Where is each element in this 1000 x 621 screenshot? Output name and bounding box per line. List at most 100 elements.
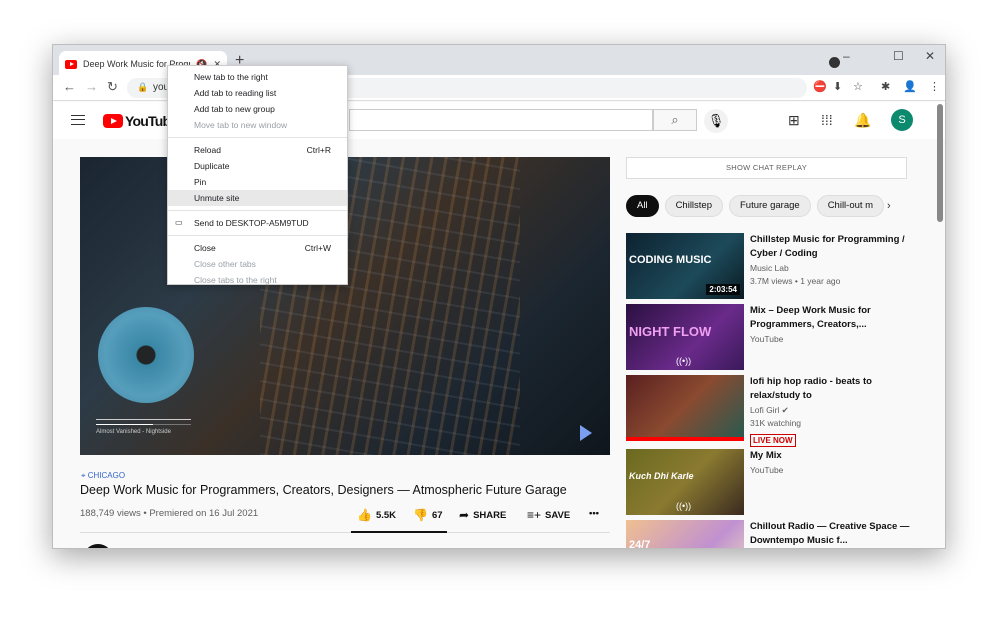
menu-item-label: Add tab to reading list: [194, 88, 277, 98]
menu-separator: [168, 235, 347, 236]
menu-item-label: Close other tabs: [194, 259, 256, 269]
chip-chill-out[interactable]: Chill-out m: [816, 195, 885, 217]
like-button[interactable]: 👍 5.5K: [357, 508, 396, 522]
menu-item-label: Send to DESKTOP-A5M9TUD: [194, 218, 309, 228]
menu-item-new-tab-to-the-right[interactable]: New tab to the right: [168, 69, 347, 85]
menu-item-shortcut: Ctrl+R: [306, 145, 331, 155]
recommendation-item[interactable]: Kuch Dhi Karle ((•)) My Mix YouTube: [626, 449, 926, 517]
dislike-button[interactable]: 👎 67: [413, 508, 443, 522]
voice-search-button[interactable]: 🎙: [704, 109, 728, 133]
minimize-button[interactable]: –: [843, 49, 850, 63]
notifications-bell-icon[interactable]: 🔔: [854, 112, 871, 129]
menu-item-move-tab-to-new-window: Move tab to new window: [168, 117, 347, 133]
rec-channel[interactable]: Lofi Girl ✔: [750, 405, 789, 416]
share-icon: ➦: [459, 508, 470, 522]
save-button[interactable]: ≡+ SAVE: [527, 508, 570, 522]
maximize-button[interactable]: ☐: [893, 49, 904, 63]
menu-item-duplicate[interactable]: Duplicate: [168, 158, 347, 174]
thumbnail[interactable]: NIGHT FLOW ((•)): [626, 304, 744, 370]
video-title: Deep Work Music for Programmers, Creator…: [80, 483, 567, 497]
recommendation-item[interactable]: NIGHT FLOW ((•)) Mix – Deep Work Music fo…: [626, 304, 926, 372]
blocked-icon[interactable]: ⛔: [813, 80, 827, 93]
channel-watermark-icon[interactable]: [580, 425, 592, 441]
thumbs-down-icon: 👎: [413, 508, 428, 522]
rec-channel[interactable]: Music Lab: [750, 263, 789, 273]
search-icon: ⌕: [671, 112, 679, 127]
menu-item-close[interactable]: Close Ctrl+W: [168, 240, 347, 256]
forward-button[interactable]: →: [85, 79, 98, 94]
menu-item-pin[interactable]: Pin: [168, 174, 347, 190]
track-progress: [96, 424, 191, 425]
track-name: Almost Vanished - Nightside: [96, 429, 171, 435]
menu-separator: [168, 210, 347, 211]
extensions-icon[interactable]: ✱: [881, 80, 890, 93]
menu-item-label: New tab to the right: [194, 72, 268, 82]
create-video-icon[interactable]: ⊞: [788, 112, 800, 129]
rec-channel[interactable]: YouTube: [750, 334, 783, 344]
duration-badge: 2:03:54: [706, 284, 740, 295]
reload-button[interactable]: ↻: [107, 79, 118, 95]
rec-title[interactable]: Mix – Deep Work Music for Programmers, C…: [750, 304, 910, 332]
hamburger-menu-icon[interactable]: [71, 115, 85, 125]
menu-item-add-tab-to-reading-list[interactable]: Add tab to reading list: [168, 85, 347, 101]
channel-avatar[interactable]: [83, 544, 113, 548]
install-icon[interactable]: ⬇: [833, 80, 842, 93]
menu-item-label: Pin: [194, 177, 207, 187]
chip-chillstep[interactable]: Chillstep: [664, 195, 723, 217]
filter-chips: All Chillstep Future garage Chill-out m: [626, 195, 885, 217]
mix-radio-icon: ((•)): [676, 356, 692, 366]
apps-grid-icon[interactable]: ⁞⁞⁞: [821, 112, 833, 128]
recommendation-item[interactable]: lofi hip hop radio - beats to relax/stud…: [626, 375, 926, 447]
thumbnail[interactable]: [626, 375, 744, 441]
devices-icon: ▭: [175, 218, 183, 227]
search-button[interactable]: ⌕: [653, 109, 697, 131]
subscribe-button[interactable]: [531, 548, 609, 549]
chip-all[interactable]: All: [626, 195, 659, 217]
rec-meta: 31K watching: [750, 418, 802, 428]
search-input[interactable]: [349, 109, 653, 131]
chip-future-garage[interactable]: Future garage: [729, 195, 811, 217]
thumbnail[interactable]: 24/7: [626, 520, 744, 548]
youtube-favicon-icon: [65, 59, 77, 69]
mic-icon: 🎙: [707, 113, 725, 128]
live-now-badge: LIVE NOW: [750, 434, 796, 447]
close-window-button[interactable]: ✕: [925, 49, 935, 63]
profile-icon[interactable]: 👤: [903, 80, 917, 93]
rec-title[interactable]: lofi hip hop radio - beats to relax/stud…: [750, 375, 910, 403]
menu-kebab-icon[interactable]: ⋮: [929, 80, 940, 93]
location-tag[interactable]: ⌖ CHICAGO: [81, 471, 125, 481]
recommendation-item[interactable]: 24/7 Chillout Radio — Creative Space — D…: [626, 520, 926, 548]
menu-separator: [168, 137, 347, 138]
thumbnail[interactable]: CODING MUSIC 2:03:54: [626, 233, 744, 299]
menu-item-shortcut: Ctrl+W: [304, 243, 331, 253]
menu-item-add-tab-to-new-group[interactable]: Add tab to new group: [168, 101, 347, 117]
menu-item-send-to-desktop-a5m9tud[interactable]: ▭ Send to DESKTOP-A5M9TUD: [168, 215, 347, 231]
menu-item-label: Unmute site: [194, 193, 240, 203]
bookmark-star-icon[interactable]: ☆: [853, 80, 863, 93]
show-chat-replay-button[interactable]: SHOW CHAT REPLAY: [626, 157, 907, 179]
back-button[interactable]: ←: [63, 79, 76, 94]
recommendation-item[interactable]: CODING MUSIC 2:03:54 Chillstep Music for …: [626, 233, 926, 301]
tab-search-icon[interactable]: [829, 57, 840, 68]
lock-icon[interactable]: 🔒: [137, 82, 148, 93]
menu-item-reload[interactable]: Reload Ctrl+R: [168, 142, 347, 158]
youtube-play-icon: [103, 114, 123, 128]
thumbnail[interactable]: Kuch Dhi Karle ((•)): [626, 449, 744, 515]
page-scrollbar[interactable]: [937, 104, 943, 222]
menu-item-unmute-site[interactable]: Unmute site: [168, 190, 347, 206]
chevron-right-icon[interactable]: ›: [887, 200, 891, 212]
share-button[interactable]: ➦ SHARE: [459, 508, 506, 522]
thumbs-up-icon: 👍: [357, 508, 372, 522]
rec-title[interactable]: Chillout Radio — Creative Space — Downte…: [750, 520, 910, 548]
menu-item-close-tabs-to-the-right: Close tabs to the right: [168, 272, 347, 288]
menu-item-label: Add tab to new group: [194, 104, 275, 114]
like-ratio-bar: [351, 531, 447, 533]
more-actions-button[interactable]: •••: [589, 508, 599, 519]
rec-title[interactable]: My Mix: [750, 449, 910, 463]
menu-item-label: Close tabs to the right: [194, 275, 277, 285]
avatar[interactable]: S: [891, 109, 913, 131]
mix-radio-icon: ((•)): [676, 501, 692, 511]
rec-meta: 3.7M views • 1 year ago: [750, 276, 841, 286]
rec-title[interactable]: Chillstep Music for Programming / Cyber …: [750, 233, 910, 261]
rec-channel[interactable]: YouTube: [750, 465, 783, 475]
